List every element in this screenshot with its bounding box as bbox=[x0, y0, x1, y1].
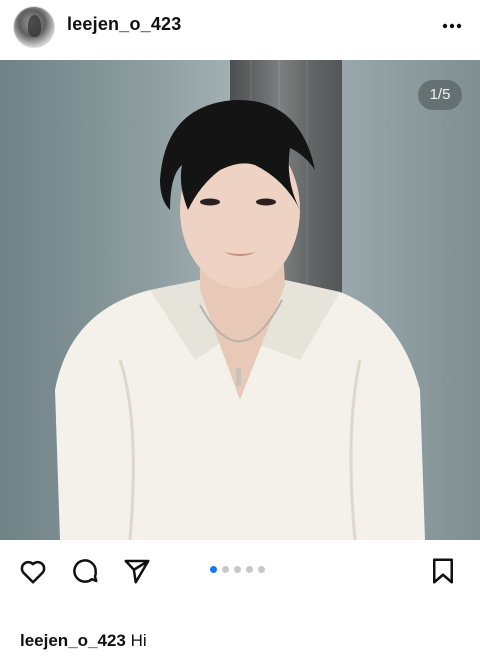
bookmark-icon[interactable] bbox=[428, 556, 458, 586]
caption: leejen_o_423 Hi bbox=[20, 631, 147, 651]
send-icon[interactable] bbox=[122, 556, 152, 586]
post-photo[interactable]: 1/5 bbox=[0, 60, 480, 540]
carousel-dot[interactable] bbox=[210, 566, 217, 573]
more-options-icon[interactable] bbox=[440, 16, 464, 36]
carousel-dot[interactable] bbox=[222, 566, 229, 573]
avatar-figure bbox=[28, 15, 41, 37]
carousel-dots bbox=[210, 566, 265, 574]
caption-text: Hi bbox=[130, 631, 147, 650]
carousel-dot[interactable] bbox=[234, 566, 241, 573]
image-counter: 1/5 bbox=[418, 80, 462, 110]
carousel-dot[interactable] bbox=[258, 566, 265, 573]
carousel-dot[interactable] bbox=[246, 566, 253, 573]
post-header: leejen_o_423 bbox=[0, 0, 480, 54]
avatar[interactable] bbox=[13, 6, 55, 48]
portrait-figure bbox=[55, 99, 425, 540]
caption-username[interactable]: leejen_o_423 bbox=[20, 631, 126, 650]
heart-icon[interactable] bbox=[18, 556, 48, 586]
username[interactable]: leejen_o_423 bbox=[67, 14, 181, 35]
comment-icon[interactable] bbox=[70, 556, 100, 586]
